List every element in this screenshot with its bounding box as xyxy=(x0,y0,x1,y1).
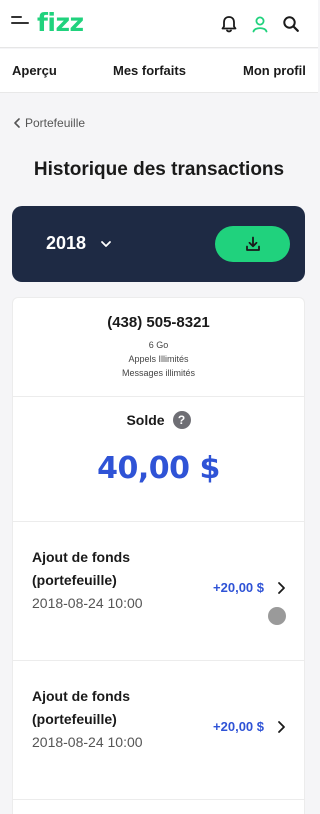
chevron-right-icon xyxy=(278,721,285,733)
year-filter-bar: 2018 xyxy=(12,206,305,282)
menu-icon[interactable] xyxy=(11,16,29,30)
transaction-date: 2018-08-24 10:00 xyxy=(32,595,143,611)
plan-calls: Appels Illimités xyxy=(128,354,189,364)
account-card: (438) 505-8321 6 Go Appels Illimités Mes… xyxy=(12,297,305,814)
balance-amount: 40,00 $ xyxy=(97,451,220,486)
download-icon xyxy=(245,236,260,251)
balance-label-row: Solde ? xyxy=(13,411,304,429)
download-button[interactable] xyxy=(215,226,290,262)
phone-number: (438) 505-8321 xyxy=(107,314,210,331)
divider xyxy=(13,799,304,800)
plan-messages: Messages illimités xyxy=(121,368,196,378)
plan-data: 6 Go xyxy=(148,340,169,350)
chevron-right-icon xyxy=(278,582,285,594)
page-title: Historique des transactions xyxy=(33,159,285,180)
user-icon[interactable] xyxy=(250,14,270,34)
chevron-left-icon xyxy=(14,118,20,128)
transaction-amount: +20,00 $ xyxy=(213,719,264,734)
transaction-title: Ajout de fonds (portefeuille) xyxy=(32,549,130,588)
balance-label: Solde xyxy=(126,412,165,428)
main-nav: Aperçu Mes forfaits Mon profil xyxy=(0,49,318,93)
bell-icon[interactable] xyxy=(219,14,239,34)
year-value: 2018 xyxy=(46,233,87,253)
fizz-logo[interactable]: fizz xyxy=(37,8,84,38)
breadcrumb-back-link[interactable]: Portefeuille xyxy=(13,116,85,130)
transaction-row[interactable]: Ajout de fonds (portefeuille) 2018-08-24… xyxy=(13,522,304,660)
divider xyxy=(13,396,304,397)
search-icon[interactable] xyxy=(281,14,301,34)
transaction-row[interactable]: Ajout de fonds (portefeuille) 2018-08-24… xyxy=(13,661,304,799)
status-dot xyxy=(268,607,286,625)
nav-item-mon-profil[interactable]: Mon profil xyxy=(243,63,306,78)
year-select[interactable]: 2018 xyxy=(46,233,112,254)
help-icon[interactable]: ? xyxy=(172,411,191,429)
breadcrumb-label: Portefeuille xyxy=(25,116,86,130)
transaction-title: Ajout de fonds (portefeuille) xyxy=(32,688,130,727)
top-bar: fizz xyxy=(0,0,318,48)
chevron-down-icon xyxy=(101,240,111,247)
nav-item-mes-forfaits[interactable]: Mes forfaits xyxy=(113,63,186,78)
transaction-date: 2018-08-24 10:00 xyxy=(32,734,143,750)
transaction-amount: +20,00 $ xyxy=(213,580,264,595)
nav-item-apercu[interactable]: Aperçu xyxy=(12,63,57,78)
